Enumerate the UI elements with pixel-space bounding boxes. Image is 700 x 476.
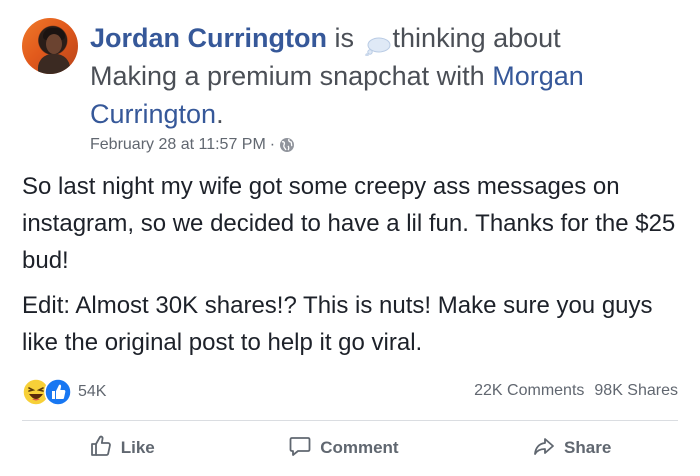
headline-verb: is — [334, 23, 355, 53]
reaction-count[interactable]: 54K — [78, 383, 106, 401]
comment-label: Comment — [320, 438, 399, 457]
reaction-icons — [22, 378, 74, 406]
post-paragraph: So last night my wife got some creepy as… — [22, 173, 676, 274]
like-button[interactable]: Like — [89, 434, 155, 463]
headline-tail: . — [216, 99, 224, 129]
action-bar: Like Comment Share — [22, 428, 678, 468]
shares-count[interactable]: 98K Shares — [594, 382, 678, 400]
activity-object: Making a premium snapchat with — [90, 61, 485, 91]
share-label: Share — [564, 438, 612, 457]
like-icon — [44, 378, 72, 406]
engagement-counts: 22K Comments 98K Shares — [474, 382, 678, 400]
post-body: So last night my wife got some creepy as… — [22, 168, 682, 361]
like-label: Like — [120, 438, 155, 457]
post-meta: February 28 at 11:57 PM · — [90, 136, 295, 154]
meta-separator: · — [269, 136, 276, 153]
activity-label: thinking about — [392, 23, 561, 53]
divider — [22, 420, 678, 421]
globe-icon[interactable] — [279, 137, 295, 153]
share-button[interactable]: Share — [532, 434, 611, 463]
comments-count[interactable]: 22K Comments — [474, 382, 584, 400]
reactions-summary[interactable]: 54K — [22, 378, 106, 406]
thumbs-up-icon — [89, 434, 113, 463]
author-avatar[interactable] — [22, 18, 78, 74]
share-arrow-icon — [532, 434, 556, 463]
comment-button[interactable]: Comment — [288, 434, 399, 463]
thought-bubble-icon — [364, 28, 392, 57]
post-headline: Jordan Currington is thinking about Maki… — [90, 19, 650, 133]
author-name[interactable]: Jordan Currington — [90, 23, 327, 53]
comment-icon — [288, 434, 312, 463]
post-timestamp[interactable]: February 28 at 11:57 PM — [90, 136, 266, 154]
post-paragraph: Edit: Almost 30K shares!? This is nuts! … — [22, 292, 653, 356]
facebook-post: Jordan Currington is thinking about Maki… — [0, 0, 700, 476]
